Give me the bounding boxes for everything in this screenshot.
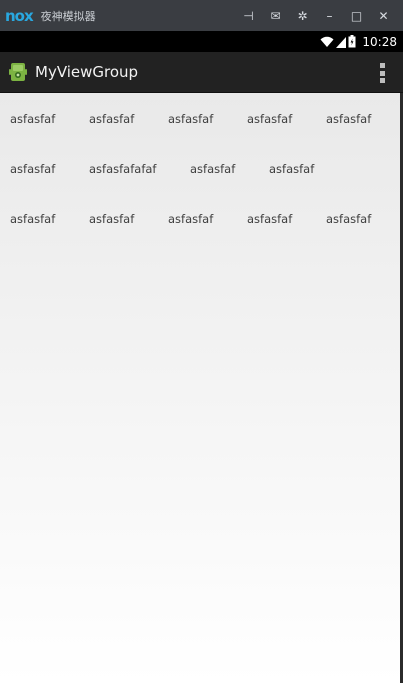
emulator-title-bar: nox 夜神模拟器 ⊣ ✉ ✲ – □ ✕: [0, 0, 403, 31]
mail-icon[interactable]: ✉: [262, 0, 289, 31]
text-item: asfasfaf: [247, 212, 293, 226]
maximize-icon[interactable]: □: [343, 0, 370, 31]
text-item: asfasfaf: [190, 162, 236, 176]
text-item: asfasfaf: [326, 112, 372, 126]
nox-logo: nox: [5, 6, 34, 25]
text-item: asfasfaf: [168, 112, 214, 126]
minimize-icon[interactable]: –: [316, 0, 343, 31]
text-item: asfasfaf: [89, 212, 135, 226]
wifi-icon: [320, 36, 334, 47]
overflow-menu-icon[interactable]: [379, 63, 385, 83]
settings-icon[interactable]: ✲: [289, 0, 316, 31]
text-item: asfasfaf: [10, 212, 56, 226]
status-bar: 10:28: [0, 31, 403, 52]
text-item: asfasfaf: [89, 112, 135, 126]
text-item: asfasfafafaf: [89, 162, 157, 176]
action-bar: MyViewGroup: [0, 52, 403, 93]
text-item: asfasfaf: [247, 112, 293, 126]
text-item: asfasfaf: [10, 112, 56, 126]
pin-icon[interactable]: ⊣: [235, 0, 262, 31]
signal-icon: [336, 36, 347, 48]
text-item: asfasfaf: [269, 162, 315, 176]
text-item: asfasfaf: [168, 212, 214, 226]
app-title: MyViewGroup: [35, 63, 139, 81]
android-app-icon: [9, 63, 27, 81]
status-icons: [320, 35, 356, 48]
close-icon[interactable]: ✕: [370, 0, 397, 31]
text-item: asfasfaf: [326, 212, 372, 226]
text-item: asfasfaf: [10, 162, 56, 176]
emulator-title: 夜神模拟器: [40, 9, 96, 23]
emulator-window-controls: ⊣ ✉ ✲ – □ ✕: [235, 0, 397, 31]
status-time: 10:28: [362, 34, 397, 49]
battery-icon: [348, 35, 356, 48]
content-area: asfasfaf asfasfaf asfasfaf asfasfaf asfa…: [0, 93, 400, 683]
